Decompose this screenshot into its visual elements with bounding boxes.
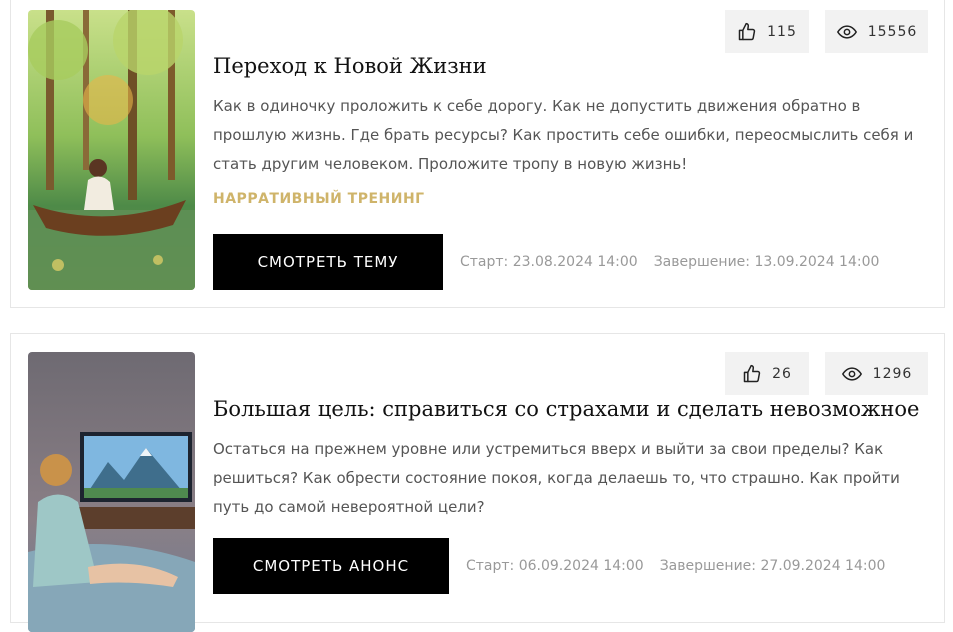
course-image-boat[interactable] [28,10,195,290]
likes-counter[interactable]: 26 [725,352,809,395]
end-date: Завершение: 13.09.2024 14:00 [653,254,880,270]
eye-icon [836,22,858,42]
course-title[interactable]: Переход к Новой Жизни [213,54,487,78]
course-category-tag: НАРРАТИВНЫЙ ТРЕНИНГ [213,191,425,207]
views-counter: 1296 [825,352,928,395]
likes-count: 115 [767,23,797,40]
views-count: 15556 [867,23,918,40]
course-description: Остаться на прежнем уровне или устремить… [213,440,900,516]
views-count: 1296 [872,365,913,382]
card-stats: 115 15556 [725,10,928,53]
end-date: Завершение: 27.09.2024 14:00 [659,558,886,574]
eye-icon [841,364,863,384]
thumbs-up-icon [737,22,757,42]
course-card: 115 15556 Переход к Новой Жизни Как в од… [10,0,945,308]
start-date: Старт: 06.09.2024 14:00 [466,558,644,574]
view-announcement-button[interactable]: СМОТРЕТЬ АНОНС [213,538,449,594]
thumbs-up-icon [742,364,762,384]
course-card: 26 1296 Большая цель: справиться со стра… [10,333,945,632]
course-dates: Старт: 06.09.2024 14:00 Завершение: 27.09… [466,558,885,574]
views-counter: 15556 [825,10,928,53]
course-image-mountains[interactable] [28,352,195,632]
likes-counter[interactable]: 115 [725,10,809,53]
course-description: Как в одиночку проложить к себе дорогу. … [213,97,914,173]
view-topic-button[interactable]: СМОТРЕТЬ ТЕМУ [213,234,443,290]
course-dates: Старт: 23.08.2024 14:00 Завершение: 13.09… [460,254,879,270]
course-title[interactable]: Большая цель: справиться со страхами и с… [213,397,919,421]
start-date: Старт: 23.08.2024 14:00 [460,254,638,270]
card-stats: 26 1296 [725,352,928,395]
likes-count: 26 [772,365,792,382]
